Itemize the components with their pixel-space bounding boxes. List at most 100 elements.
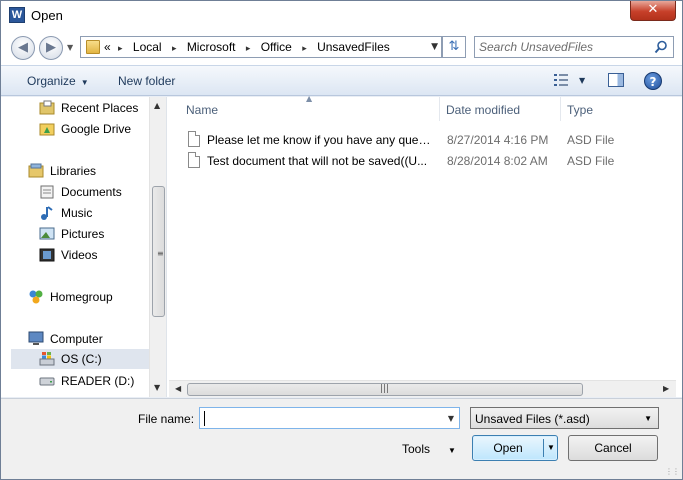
column-header-type[interactable]: Type bbox=[561, 97, 682, 121]
navigation-scrollbar[interactable]: ▲ ≡ ▼ bbox=[149, 97, 166, 397]
file-name-combobox[interactable]: ▼ bbox=[199, 407, 460, 429]
breadcrumb: « ▸ Local ▸ Microsoft ▸ Office ▸ Unsaved… bbox=[104, 40, 390, 54]
file-type-select[interactable]: Unsaved Files (*.asd) ▼ bbox=[470, 407, 659, 429]
nav-item-os-c[interactable]: OS (C:) bbox=[11, 349, 149, 369]
videos-icon bbox=[39, 248, 55, 262]
recent-locations-dropdown[interactable]: ▼ bbox=[67, 43, 73, 52]
file-row[interactable]: Test document that will not be saved((U.… bbox=[180, 150, 675, 171]
chevron-down-icon: ▼ bbox=[448, 446, 456, 455]
nav-item-label: Libraries bbox=[50, 164, 97, 178]
nav-item-label: Pictures bbox=[61, 227, 105, 241]
file-name: Please let me know if you have any quest… bbox=[207, 133, 435, 147]
breadcrumb-microsoft[interactable]: Microsoft bbox=[187, 40, 236, 54]
address-history-dropdown[interactable]: ▼ bbox=[431, 42, 438, 52]
navigation-pane: Recent Places Google Drive Libraries Doc… bbox=[1, 97, 166, 397]
document-icon bbox=[188, 131, 200, 147]
computer-icon bbox=[28, 331, 44, 345]
dialog-footer: File name: ▼ Unsaved Files (*.asd) ▼ Too… bbox=[1, 398, 682, 479]
help-icon[interactable]: ? bbox=[644, 72, 662, 90]
file-date: 8/27/2014 4:16 PM bbox=[447, 133, 549, 147]
tools-label: Tools bbox=[402, 442, 431, 456]
chevron-right-icon[interactable]: ▸ bbox=[302, 43, 307, 54]
homegroup-icon bbox=[29, 290, 43, 304]
nav-item-label: OS (C:) bbox=[61, 352, 102, 366]
view-options-dropdown[interactable]: ▼ bbox=[579, 76, 585, 85]
nav-item-label: Homegroup bbox=[50, 290, 113, 304]
grip-icon: ≡ bbox=[157, 249, 164, 258]
address-bar[interactable]: « ▸ Local ▸ Microsoft ▸ Office ▸ Unsaved… bbox=[80, 36, 442, 58]
document-icon bbox=[188, 152, 200, 168]
column-header-date-modified[interactable]: Date modified bbox=[440, 97, 561, 121]
address-row: ◀ ▶ ▼ « ▸ Local ▸ Microsoft ▸ Office ▸ U… bbox=[1, 31, 682, 65]
nav-item-label: Documents bbox=[61, 185, 122, 199]
scroll-up-arrow-icon[interactable]: ▲ bbox=[154, 101, 160, 110]
search-icon[interactable] bbox=[654, 40, 668, 54]
folder-icon bbox=[86, 40, 100, 54]
breadcrumb-overflow[interactable]: « bbox=[104, 40, 111, 54]
google-drive-icon bbox=[39, 123, 55, 136]
drive-icon bbox=[39, 377, 55, 386]
music-icon bbox=[41, 206, 53, 220]
search-box[interactable] bbox=[474, 36, 674, 58]
breadcrumb-office[interactable]: Office bbox=[261, 40, 292, 54]
open-dialog: W Open ✕ ◀ ▶ ▼ « ▸ Local ▸ Microsoft ▸ O… bbox=[0, 0, 683, 480]
chevron-right-icon[interactable]: ▸ bbox=[172, 43, 177, 54]
breadcrumb-unsavedfiles[interactable]: UnsavedFiles bbox=[317, 40, 390, 54]
file-type: ASD File bbox=[567, 154, 615, 168]
file-list-horizontal-scrollbar[interactable]: ◀ ||| ▶ bbox=[169, 380, 676, 397]
preview-pane-icon[interactable] bbox=[608, 73, 624, 87]
chevron-down-icon: ▼ bbox=[80, 78, 89, 87]
nav-item-label: Recent Places bbox=[61, 101, 139, 115]
nav-item-label: READER (D:) bbox=[61, 374, 135, 388]
windows-drive-icon bbox=[39, 352, 55, 366]
scroll-left-arrow-icon[interactable]: ◀ bbox=[175, 384, 181, 393]
search-input[interactable] bbox=[479, 40, 649, 54]
text-caret bbox=[204, 411, 205, 426]
tools-menu[interactable]: Tools ▼ bbox=[402, 442, 456, 456]
organize-label: Organize bbox=[27, 74, 76, 88]
file-name-input[interactable] bbox=[203, 411, 438, 425]
title-bar: W Open ✕ bbox=[1, 1, 682, 31]
chevron-down-icon: ▼ bbox=[644, 414, 652, 423]
nav-item-label: Videos bbox=[61, 248, 98, 262]
open-options-dropdown[interactable]: ▼ bbox=[547, 436, 555, 460]
chevron-down-icon[interactable]: ▼ bbox=[448, 414, 454, 423]
file-name: Test document that will not be saved((U.… bbox=[207, 154, 428, 168]
chevron-right-icon[interactable]: ▸ bbox=[246, 43, 251, 54]
cancel-button[interactable]: Cancel bbox=[568, 435, 658, 461]
scroll-right-arrow-icon[interactable]: ▶ bbox=[663, 384, 669, 393]
chevron-right-icon: ▸ bbox=[118, 43, 123, 53]
breadcrumb-local[interactable]: Local bbox=[133, 40, 162, 54]
file-type: ASD File bbox=[567, 133, 615, 147]
grip-icon: ||| bbox=[380, 384, 390, 394]
column-header-name[interactable]: Name bbox=[180, 97, 440, 121]
file-name-label: File name: bbox=[138, 412, 195, 426]
open-button-label: Open bbox=[493, 441, 523, 455]
resize-grip-icon[interactable]: ⋮⋮ bbox=[665, 467, 680, 476]
open-button[interactable]: Open ▼ bbox=[472, 435, 558, 461]
file-row[interactable]: Please let me know if you have any quest… bbox=[180, 129, 675, 150]
organize-menu[interactable]: Organize ▼ bbox=[27, 74, 89, 88]
command-bar: Organize ▼ New folder ▼ ? bbox=[1, 65, 682, 96]
libraries-icon bbox=[28, 163, 44, 178]
forward-button[interactable]: ▶ bbox=[39, 36, 63, 60]
recent-places-icon bbox=[39, 100, 55, 115]
documents-icon bbox=[40, 185, 54, 199]
refresh-button[interactable]: ⇅ bbox=[442, 36, 466, 58]
scroll-down-arrow-icon[interactable]: ▼ bbox=[154, 383, 160, 392]
scrollbar-thumb[interactable]: ≡ bbox=[152, 186, 165, 317]
nav-item-label: Computer bbox=[50, 332, 103, 346]
scrollbar-thumb[interactable]: ||| bbox=[187, 383, 583, 396]
nav-item-label: Google Drive bbox=[61, 122, 132, 136]
new-folder-button[interactable]: New folder bbox=[118, 74, 175, 88]
close-button[interactable]: ✕ bbox=[630, 1, 676, 21]
nav-item-label: Music bbox=[61, 206, 93, 220]
column-type-label: Type bbox=[567, 103, 594, 117]
file-type-value: Unsaved Files (*.asd) bbox=[475, 412, 590, 426]
word-app-icon: W bbox=[9, 7, 25, 23]
split-divider bbox=[543, 439, 544, 457]
change-view-icon[interactable] bbox=[554, 74, 568, 86]
back-button[interactable]: ◀ bbox=[11, 36, 35, 60]
column-name-label: Name bbox=[186, 103, 219, 117]
column-date-label: Date modified bbox=[446, 103, 521, 117]
